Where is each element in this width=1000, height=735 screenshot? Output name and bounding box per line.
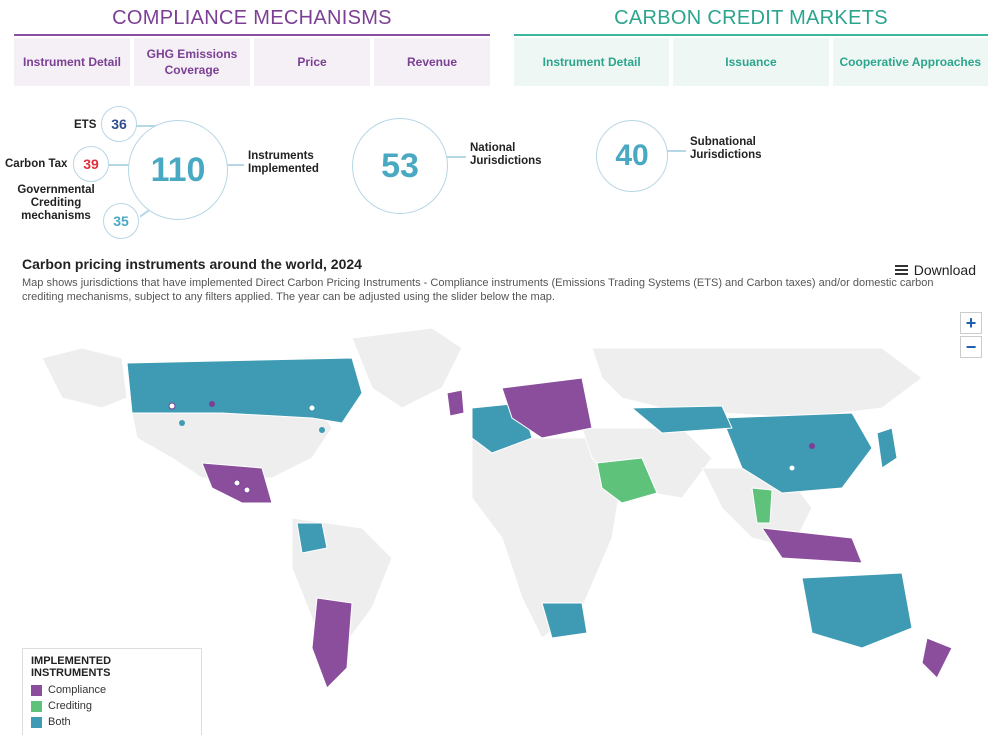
map-japan bbox=[876, 427, 898, 469]
legend-swatch-both bbox=[31, 716, 42, 728]
legend-label-both: Both bbox=[48, 716, 71, 728]
crediting-value: 35 bbox=[113, 213, 129, 229]
instruments-label: Instruments Implemented bbox=[248, 150, 319, 175]
crediting-circle[interactable]: 35 bbox=[103, 203, 139, 239]
legend-item-crediting[interactable]: Crediting bbox=[31, 700, 193, 712]
subnational-value: 40 bbox=[615, 139, 649, 172]
ets-value: 36 bbox=[111, 116, 127, 132]
subnational-label: Subnational Jurisdictions bbox=[690, 136, 762, 161]
menu-icon bbox=[894, 265, 908, 275]
marker bbox=[179, 420, 185, 426]
compliance-tabs: Instrument Detail GHG Emissions Coverage… bbox=[14, 38, 490, 86]
legend-item-both[interactable]: Both bbox=[31, 716, 193, 728]
tab-price[interactable]: Price bbox=[254, 38, 370, 86]
crediting-label: Governmental Crediting mechanisms bbox=[17, 184, 95, 222]
map-uk bbox=[446, 389, 465, 417]
tab-issuance[interactable]: Issuance bbox=[673, 38, 829, 86]
map-new-zealand bbox=[921, 637, 953, 679]
ets-circle[interactable]: 36 bbox=[101, 106, 137, 142]
legend-title: IMPLEMENTED INSTRUMENTS bbox=[31, 655, 112, 679]
marker bbox=[243, 486, 251, 494]
compliance-mechanisms-title: COMPLIANCE MECHANISMS bbox=[14, 0, 490, 36]
map-alaska bbox=[41, 347, 128, 409]
map-indonesia bbox=[760, 527, 863, 564]
legend-swatch-compliance bbox=[31, 684, 42, 696]
carbon-credit-markets-section: CARBON CREDIT MARKETS Instrument Detail … bbox=[514, 0, 988, 86]
carbon-credit-markets-title: CARBON CREDIT MARKETS bbox=[514, 0, 988, 36]
marker bbox=[308, 404, 316, 412]
legend-label-compliance: Compliance bbox=[48, 684, 107, 696]
connector-carbon-tax bbox=[106, 164, 130, 166]
national-label: National Jurisdictions bbox=[470, 142, 542, 167]
carbon-tax-value: 39 bbox=[83, 156, 99, 172]
map-description: Map shows jurisdictions that have implem… bbox=[22, 277, 934, 303]
connector-subnational bbox=[666, 150, 686, 152]
instruments-circle[interactable]: 110 bbox=[128, 120, 228, 220]
map-colombia bbox=[296, 522, 328, 554]
tab-instrument-detail[interactable]: Instrument Detail bbox=[14, 38, 130, 86]
carbon-tax-label: Carbon Tax bbox=[5, 158, 68, 170]
national-circle[interactable]: 53 bbox=[352, 118, 448, 214]
map-greenland bbox=[351, 327, 463, 409]
marker bbox=[788, 464, 796, 472]
map-title: Carbon pricing instruments around the wo… bbox=[22, 256, 362, 272]
world-map[interactable] bbox=[22, 318, 982, 698]
credit-tabs: Instrument Detail Issuance Cooperative A… bbox=[514, 38, 988, 86]
tab-ghg-emissions-coverage[interactable]: GHG Emissions Coverage bbox=[134, 38, 250, 86]
ets-label: ETS bbox=[74, 119, 97, 131]
legend-swatch-crediting bbox=[31, 700, 42, 712]
legend-label-crediting: Crediting bbox=[48, 700, 93, 712]
national-value: 53 bbox=[381, 146, 419, 185]
marker bbox=[209, 401, 215, 407]
tab-revenue[interactable]: Revenue bbox=[374, 38, 490, 86]
map-legend: IMPLEMENTED INSTRUMENTS Compliance Credi… bbox=[22, 648, 202, 735]
compliance-mechanisms-section: COMPLIANCE MECHANISMS Instrument Detail … bbox=[14, 0, 490, 86]
carbon-tax-circle[interactable]: 39 bbox=[73, 146, 109, 182]
map-australia bbox=[801, 572, 913, 649]
connector-instruments bbox=[226, 164, 244, 166]
marker bbox=[819, 477, 825, 483]
marker bbox=[233, 479, 241, 487]
marker bbox=[809, 443, 815, 449]
marker bbox=[319, 427, 325, 433]
marker bbox=[168, 402, 176, 410]
instruments-value: 110 bbox=[150, 150, 206, 189]
stats-panel: ETS 36 Carbon Tax 39 Governmental Credit… bbox=[0, 100, 1000, 250]
map-canada bbox=[126, 357, 363, 424]
tab-credit-instrument-detail[interactable]: Instrument Detail bbox=[514, 38, 670, 86]
map-argentina-chile bbox=[311, 597, 353, 689]
connector-national bbox=[446, 156, 466, 158]
subnational-circle[interactable]: 40 bbox=[596, 120, 668, 192]
tab-cooperative-approaches[interactable]: Cooperative Approaches bbox=[832, 38, 988, 86]
legend-item-compliance[interactable]: Compliance bbox=[31, 684, 193, 696]
